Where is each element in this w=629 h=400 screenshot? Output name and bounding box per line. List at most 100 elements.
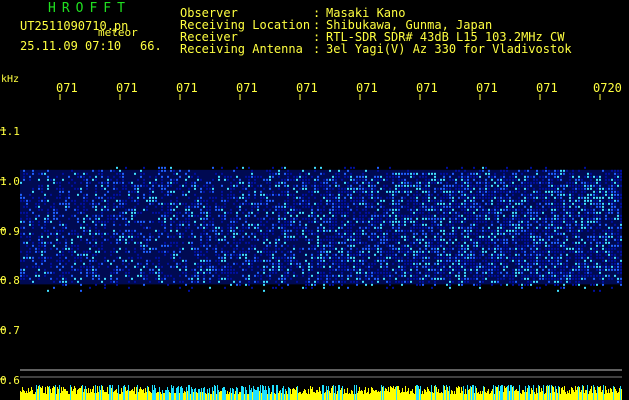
noise-pixel [302, 265, 304, 268]
noise-pixel [425, 265, 427, 268]
noise-pixel [587, 250, 589, 253]
noise-pixel [248, 223, 250, 226]
noise-pixel [239, 190, 241, 193]
noise-pixel [302, 226, 304, 229]
noise-pixel [497, 181, 499, 184]
noise-pixel [590, 211, 592, 214]
noise-pixel [254, 238, 256, 241]
noise-pixel [23, 268, 25, 271]
noise-pixel [425, 241, 427, 244]
noise-pixel [284, 229, 286, 232]
noise-pixel [293, 259, 295, 262]
noise-pixel [188, 226, 190, 229]
noise-pixel [332, 217, 334, 220]
noise-pixel [125, 217, 127, 220]
noise-pixel [518, 256, 520, 259]
noise-pixel [536, 262, 538, 265]
noise-pixel [254, 205, 256, 208]
noise-pixel [167, 235, 169, 238]
noise-pixel [608, 229, 610, 232]
noise-pixel [239, 217, 241, 220]
noise-pixel [515, 238, 517, 241]
noise-pixel [86, 184, 88, 187]
noise-pixel [503, 202, 505, 205]
noise-pixel [419, 205, 421, 208]
noise-pixel [293, 235, 295, 238]
noise-pixel [449, 280, 451, 283]
noise-pixel [242, 187, 244, 190]
noise-pixel [275, 271, 277, 274]
noise-pixel [416, 172, 418, 175]
noise-pixel [617, 271, 619, 274]
noise-pixel [95, 283, 97, 286]
noise-pixel [62, 277, 64, 280]
noise-pixel [62, 259, 64, 262]
noise-pixel [521, 271, 523, 274]
noise-pixel [578, 196, 580, 199]
noise-pixel [158, 268, 160, 271]
noise-pixel [578, 178, 580, 181]
noise-pixel [263, 202, 265, 205]
noise-pixel [344, 199, 346, 202]
noise-pixel [179, 184, 181, 187]
noise-pixel [149, 232, 151, 235]
noise-pixel [428, 259, 430, 262]
noise-pixel [305, 229, 307, 232]
noise-pixel [92, 268, 94, 271]
noise-pixel [68, 193, 70, 196]
noise-pixel [26, 199, 28, 202]
noise-pixel [356, 253, 358, 256]
noise-pixel [224, 286, 226, 289]
noise-pixel [584, 190, 586, 193]
noise-pixel [245, 268, 247, 271]
noise-pixel [497, 244, 499, 247]
noise-pixel [110, 214, 112, 217]
noise-pixel [161, 244, 163, 247]
noise-pixel [581, 178, 583, 181]
noise-pixel [251, 205, 253, 208]
noise-pixel [251, 268, 253, 271]
noise-pixel [461, 181, 463, 184]
noise-pixel [584, 241, 586, 244]
noise-pixel [350, 247, 352, 250]
noise-pixel [608, 190, 610, 193]
noise-pixel [359, 229, 361, 232]
noise-pixel [134, 172, 136, 175]
noise-pixel [581, 223, 583, 226]
noise-pixel [290, 211, 292, 214]
noise-pixel [503, 184, 505, 187]
noise-pixel [62, 283, 64, 286]
noise-pixel [176, 265, 178, 268]
noise-pixel [578, 226, 580, 229]
noise-pixel [395, 229, 397, 232]
noise-pixel [620, 259, 622, 262]
noise-pixel [20, 211, 22, 214]
noise-pixel [62, 253, 64, 256]
noise-pixel [434, 196, 436, 199]
noise-pixel [47, 214, 49, 217]
noise-pixel [584, 286, 586, 289]
noise-pixel [293, 196, 295, 199]
noise-pixel [80, 289, 82, 292]
noise-pixel [53, 214, 55, 217]
noise-pixel [527, 262, 529, 265]
noise-pixel [347, 268, 349, 271]
noise-pixel [551, 178, 553, 181]
noise-pixel [152, 271, 154, 274]
noise-pixel [197, 265, 199, 268]
noise-pixel [575, 265, 577, 268]
noise-pixel [353, 256, 355, 259]
noise-pixel [41, 256, 43, 259]
noise-pixel [176, 229, 178, 232]
noise-pixel [560, 220, 562, 223]
noise-pixel [398, 265, 400, 268]
noise-pixel [83, 217, 85, 220]
noise-pixel [506, 247, 508, 250]
noise-pixel [461, 253, 463, 256]
noise-pixel [308, 283, 310, 286]
noise-pixel [620, 280, 622, 283]
noise-pixel [377, 193, 379, 196]
noise-pixel [95, 190, 97, 193]
noise-pixel [593, 277, 595, 280]
noise-pixel [395, 208, 397, 211]
